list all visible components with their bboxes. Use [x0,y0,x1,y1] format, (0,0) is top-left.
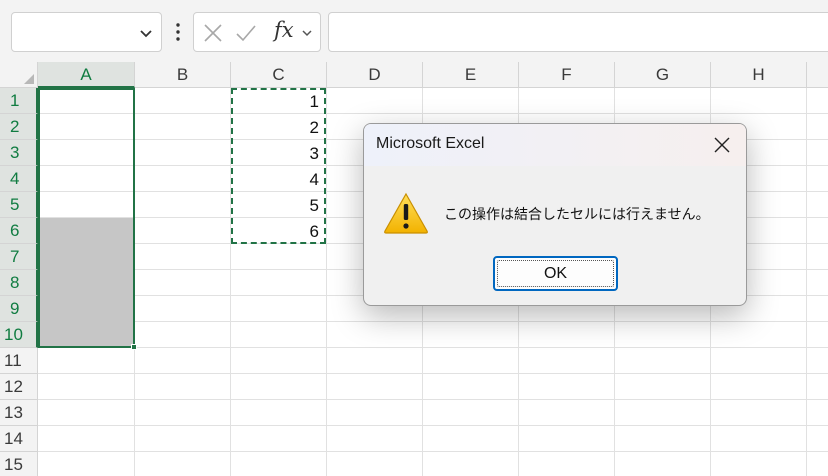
row-header-3[interactable]: 3 [0,140,38,166]
row-header-12[interactable]: 12 [0,374,38,400]
focus-ring [497,260,614,287]
formula-bar: fx [0,0,828,62]
chevron-down-icon[interactable] [139,26,153,40]
cell-c3[interactable]: 3 [231,140,323,166]
dialog-message: この操作は結合したセルには行えません。 [444,207,710,223]
row-header-13[interactable]: 13 [0,400,38,426]
fill-handle[interactable] [131,344,137,350]
cell-c1[interactable]: 1 [231,88,323,114]
more-options-icon[interactable] [172,22,184,42]
row-header-1[interactable]: 1 [0,88,38,114]
row-header-10[interactable]: 10 [0,322,38,348]
row-header-6[interactable]: 6 [0,218,38,244]
name-box[interactable] [11,12,162,52]
row-header-14[interactable]: 14 [0,426,38,452]
row-header-4[interactable]: 4 [0,166,38,192]
formula-controls: fx [193,12,321,52]
column-header-b[interactable]: B [135,62,231,88]
row-header-7[interactable]: 7 [0,244,38,270]
column-header-e[interactable]: E [423,62,519,88]
cell-c4[interactable]: 4 [231,166,323,192]
selection-range-a1-a10[interactable] [38,88,135,348]
cell-c6[interactable]: 6 [231,218,323,244]
column-header-i[interactable] [807,62,828,88]
dialog-titlebar[interactable]: Microsoft Excel [364,124,746,166]
close-x-icon[interactable] [202,22,224,44]
cell-c2[interactable]: 2 [231,114,323,140]
warning-icon [384,192,428,234]
row-header-2[interactable]: 2 [0,114,38,140]
select-all-triangle-icon [24,74,34,84]
insert-function-button[interactable]: fx [274,18,294,42]
dialog-title: Microsoft Excel [376,135,485,152]
ok-button[interactable]: OK [493,256,618,291]
row-header-8[interactable]: 8 [0,270,38,296]
column-header-c[interactable]: C [231,62,327,88]
row-header-15[interactable]: 15 [0,452,38,476]
checkmark-icon[interactable] [235,22,257,44]
column-header-d[interactable]: D [327,62,423,88]
column-header-f[interactable]: F [519,62,615,88]
alert-dialog: Microsoft Excel この操作は結合したセルには行えません。 OK [363,123,747,306]
close-icon[interactable] [712,135,732,155]
row-header-9[interactable]: 9 [0,296,38,322]
chevron-down-icon[interactable] [301,27,313,39]
select-all-button[interactable] [0,62,38,88]
column-header-h[interactable]: H [711,62,807,88]
column-header-a[interactable]: A [38,62,135,88]
row-header-5[interactable]: 5 [0,192,38,218]
formula-input[interactable] [328,12,828,52]
cell-c5[interactable]: 5 [231,192,323,218]
row-header-11[interactable]: 11 [0,348,38,374]
column-header-g[interactable]: G [615,62,711,88]
